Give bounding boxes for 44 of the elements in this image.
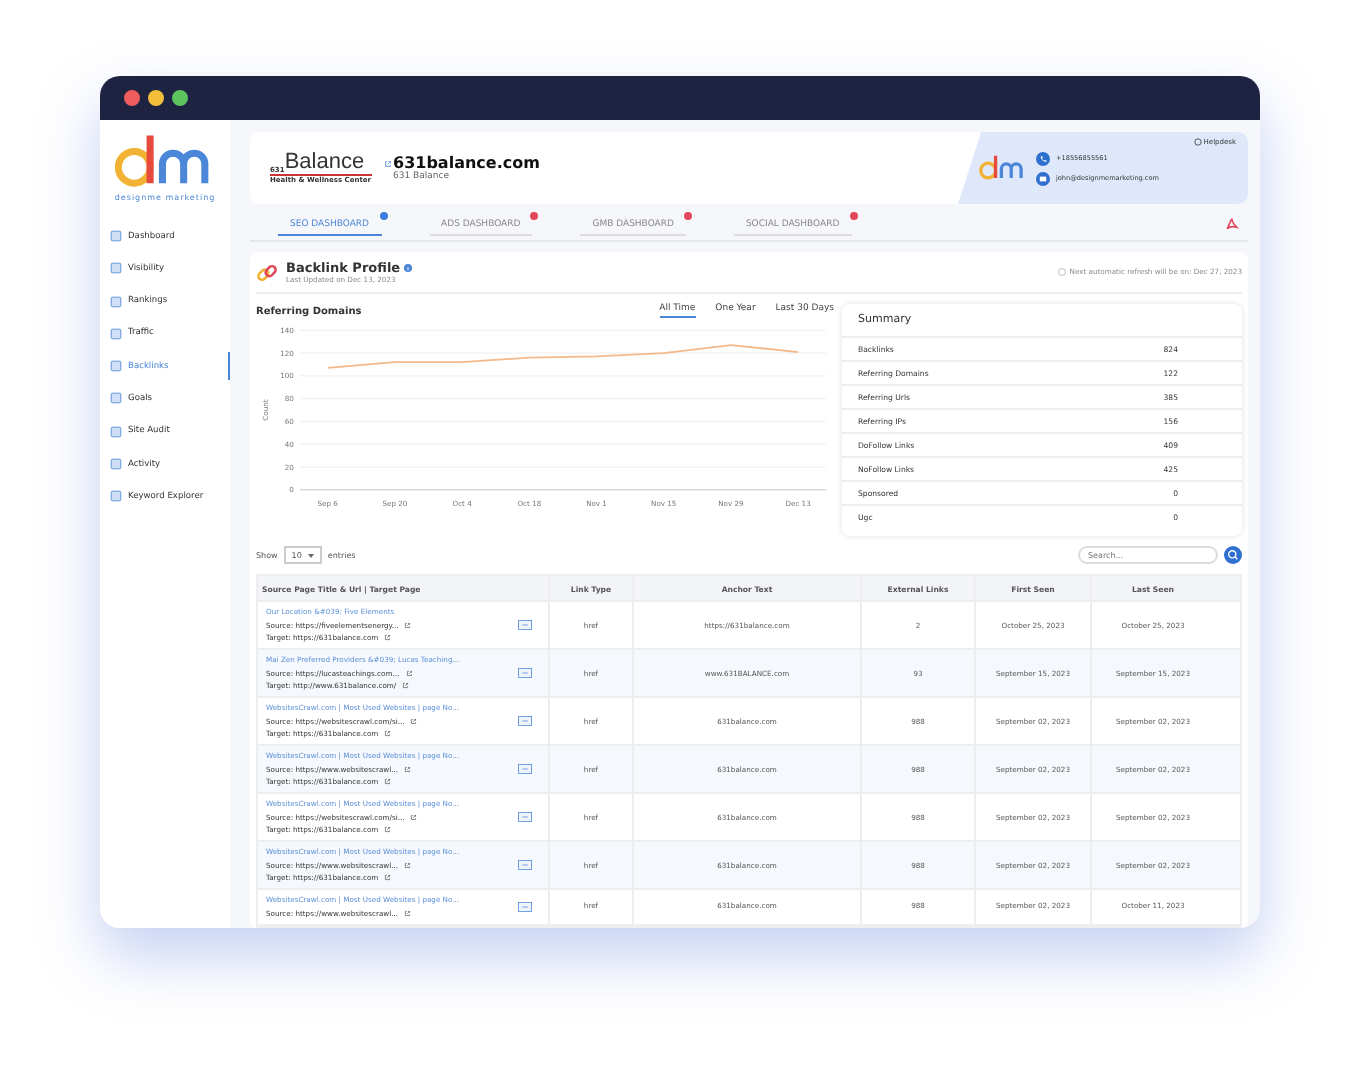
dm-logo-icon [978,154,1028,182]
link-type-icon [518,716,532,726]
menu-item-icon [110,230,122,242]
external-link-icon[interactable] [410,717,418,725]
phone-icon [1036,151,1050,165]
link-type-icon [518,860,532,870]
minimize-dot-icon [148,90,164,106]
link-type-icon [518,764,532,774]
maximize-dot-icon [172,90,188,106]
info-icon [404,264,413,272]
pdf-icon[interactable] [1224,216,1240,232]
info-icon [1057,268,1066,276]
link-type-icon [518,901,532,912]
external-link-icon[interactable] [383,159,391,167]
menu-item-icon [110,360,122,373]
email-icon [1036,171,1050,185]
help-icon [1193,138,1202,146]
external-link-icon[interactable] [384,874,392,882]
menu-item-icon [110,327,122,340]
close-dot-icon [124,90,140,106]
link-type-icon [518,812,532,822]
site-domain: 631balance.com [393,154,540,172]
caret-icon [307,553,314,557]
menu-item-icon [110,392,122,405]
menu-item-icon [110,458,122,471]
menu-item-icon [110,262,122,275]
external-link-icon[interactable] [404,861,412,869]
menu-item-icon [110,490,122,503]
external-link-icon[interactable] [410,813,418,821]
external-link-icon[interactable] [404,765,412,773]
menu-item-icon [110,425,122,438]
external-link-icon[interactable] [384,778,392,786]
menu-item-icon [110,295,122,308]
external-link-icon[interactable] [404,909,412,917]
external-link-icon[interactable] [405,669,413,677]
search-icon[interactable] [1224,546,1242,564]
external-link-icon[interactable] [384,730,392,738]
external-link-icon[interactable] [404,621,412,629]
link-type-icon [518,668,532,678]
external-link-icon[interactable] [402,682,410,690]
external-link-icon[interactable] [384,826,392,834]
chain-link-icon [256,261,278,283]
link-type-icon [518,620,532,630]
external-link-icon[interactable] [384,634,392,642]
